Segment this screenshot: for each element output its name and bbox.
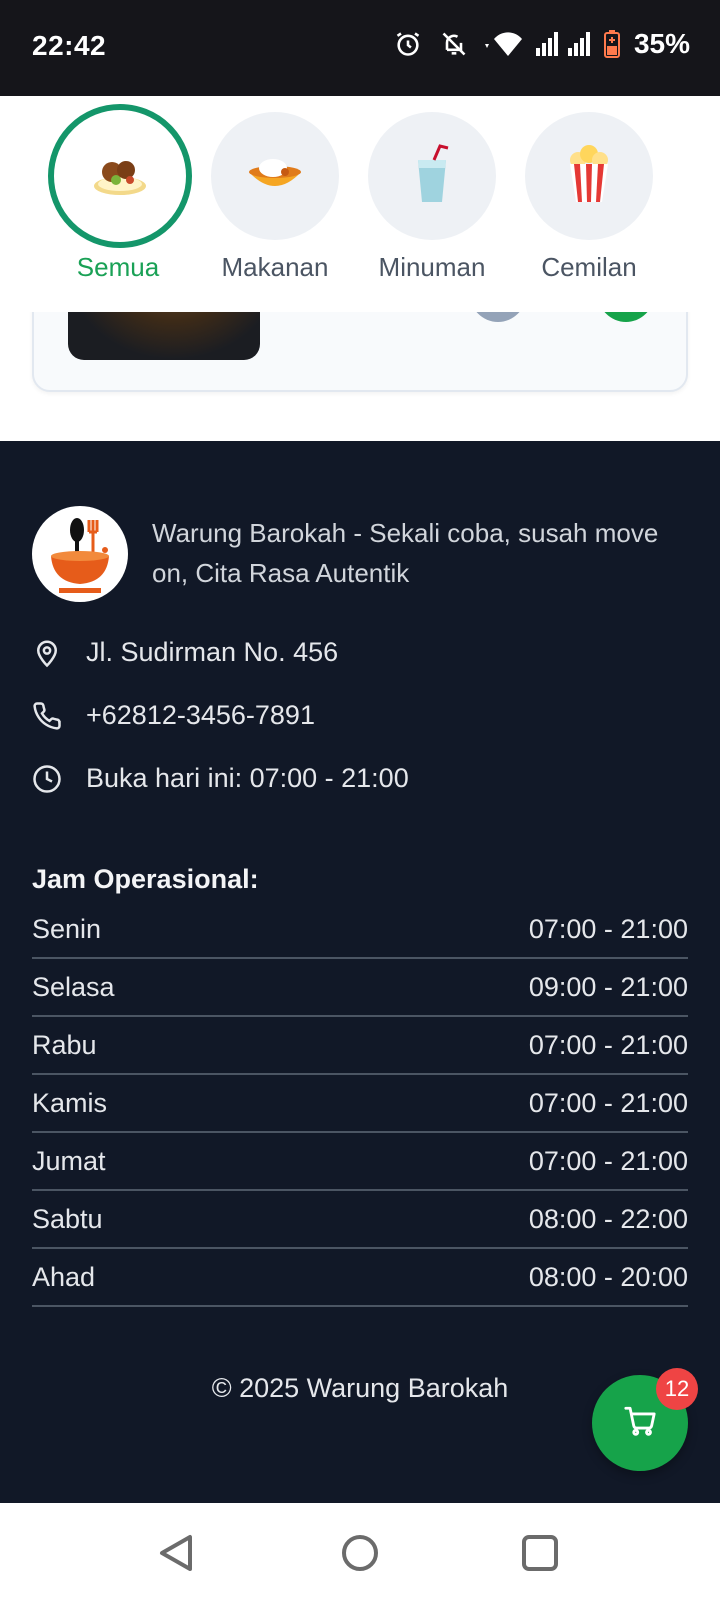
- hours-day: Jumat: [32, 1145, 106, 1176]
- today-hours-text: Buka hari ini: 07:00 - 21:00: [86, 763, 409, 793]
- hours-title: Jam Operasional:: [32, 864, 259, 894]
- hours-row: Sabtu 08:00 - 22:00: [32, 1191, 688, 1249]
- phone-icon: [32, 701, 62, 731]
- category-icon-circle: [525, 112, 653, 240]
- battery-icon: [603, 30, 620, 58]
- status-time: 22:42: [32, 30, 107, 61]
- hours-table: Senin 07:00 - 21:00 Selasa 09:00 - 21:00…: [32, 901, 688, 1307]
- category-tab-semua[interactable]: Semua: [48, 104, 192, 283]
- category-tab-cemilan[interactable]: Cemilan: [519, 112, 659, 283]
- bell-off-icon: [440, 30, 468, 58]
- status-icons: 35%: [394, 28, 690, 60]
- hours-time: 07:00 - 21:00: [528, 1029, 688, 1060]
- wifi-icon: [484, 30, 526, 58]
- signal-icon: [535, 32, 558, 56]
- hours-time: 08:00 - 22:00: [528, 1203, 688, 1234]
- hours-time: 09:00 - 21:00: [528, 971, 688, 1002]
- category-tab-makanan[interactable]: Makanan: [205, 112, 345, 283]
- signal-icon-2: [567, 32, 590, 56]
- category-icon-circle: [211, 112, 339, 240]
- hours-row: Senin 07:00 - 21:00: [32, 901, 688, 959]
- battery-percentage: 35%: [633, 28, 690, 59]
- hours-time: 07:00 - 21:00: [528, 913, 688, 944]
- category-tabs: Semua Makanan Minuman Cemilan: [0, 96, 720, 312]
- navigation-bar: [0, 1503, 720, 1600]
- address-text: Jl. Sudirman No. 456: [86, 637, 339, 667]
- shopping-cart-icon: [623, 1404, 657, 1443]
- mixed-food-icon: [92, 150, 148, 203]
- hours-day: Kamis: [32, 1087, 108, 1118]
- hours-time: 07:00 - 21:00: [528, 1145, 688, 1176]
- alarm-icon: [394, 30, 422, 58]
- hours-day: Selasa: [32, 971, 115, 1002]
- hours-day: Senin: [32, 913, 102, 944]
- clock-icon: [32, 764, 62, 794]
- category-label: Minuman: [378, 252, 486, 282]
- brand-logo: [32, 506, 128, 602]
- hours-day: Ahad: [32, 1261, 96, 1292]
- phone-text: +62812-3456-7891: [86, 700, 315, 730]
- hours-row: Rabu 07:00 - 21:00: [32, 1017, 688, 1075]
- drink-cup-icon: [410, 143, 454, 209]
- category-label: Semua: [76, 252, 160, 282]
- hours-row: Jumat 07:00 - 21:00: [32, 1133, 688, 1191]
- hours-time: 08:00 - 20:00: [528, 1261, 688, 1292]
- back-icon[interactable]: [156, 1533, 196, 1578]
- category-tab-minuman[interactable]: Minuman: [362, 112, 502, 283]
- recents-icon[interactable]: [520, 1533, 560, 1578]
- cart-count-badge: 12: [656, 1368, 698, 1410]
- rice-curry-icon: [247, 152, 303, 201]
- category-label: Cemilan: [541, 252, 637, 282]
- hours-day: Sabtu: [32, 1203, 103, 1234]
- brand-tagline: Warung Barokah - Sekali coba, susah move…: [152, 518, 659, 588]
- category-icon-circle: [48, 104, 192, 248]
- status-bar: 22:42 35%: [0, 0, 720, 96]
- category-label: Makanan: [221, 252, 329, 282]
- hours-day: Rabu: [32, 1029, 97, 1060]
- address-row: Jl. Sudirman No. 456: [32, 637, 338, 668]
- hours-time: 07:00 - 21:00: [528, 1087, 688, 1118]
- phone-row: +62812-3456-7891: [32, 700, 315, 731]
- hours-row: Kamis 07:00 - 21:00: [32, 1075, 688, 1133]
- popcorn-icon: [564, 144, 614, 209]
- hours-row: Selasa 09:00 - 21:00: [32, 959, 688, 1017]
- today-hours-row: Buka hari ini: 07:00 - 21:00: [32, 763, 409, 794]
- location-pin-icon: [32, 638, 62, 668]
- home-icon[interactable]: [340, 1533, 380, 1578]
- hours-row: Ahad 08:00 - 20:00: [32, 1249, 688, 1307]
- footer: Warung Barokah - Sekali coba, susah move…: [0, 441, 720, 1503]
- category-icon-circle: [368, 112, 496, 240]
